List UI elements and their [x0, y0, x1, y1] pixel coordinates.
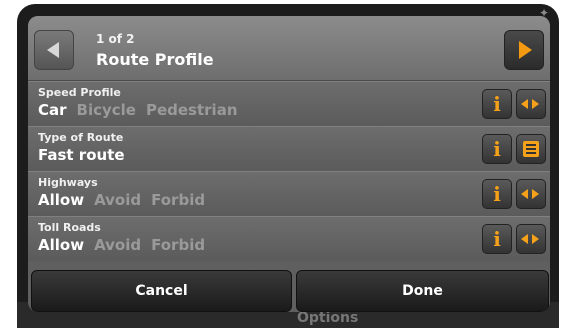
option-allow[interactable]: Allow	[38, 191, 84, 209]
highways-options: Allow Avoid Forbid	[38, 191, 215, 209]
info-icon: i	[493, 227, 501, 251]
toll-roads-options: Allow Avoid Forbid	[38, 236, 215, 254]
info-icon: i	[493, 182, 501, 206]
row-label: Speed Profile	[38, 86, 121, 99]
page-count: 1 of 2	[96, 32, 135, 46]
row-label: Highways	[38, 176, 98, 189]
toll-roads-row[interactable]: Toll Roads Allow Avoid Forbid i	[28, 216, 550, 261]
page-title: Route Profile	[96, 50, 214, 69]
device-frame: ✦ Options 1 of 2 Route Profile Speed Pro…	[0, 0, 576, 328]
left-right-arrows-icon	[519, 231, 543, 247]
arrow-left-icon	[47, 42, 59, 58]
speed-profile-row[interactable]: Speed Profile Car Bicycle Pedestrian i	[28, 81, 550, 126]
option-forbid[interactable]: Forbid	[151, 191, 205, 209]
info-button[interactable]: i	[482, 89, 512, 119]
list-icon	[523, 141, 539, 157]
info-button[interactable]: i	[482, 224, 512, 254]
info-icon: i	[493, 92, 501, 116]
speed-profile-options: Car Bicycle Pedestrian	[38, 101, 248, 119]
row-label: Type of Route	[38, 131, 124, 144]
option-avoid[interactable]: Avoid	[94, 236, 141, 254]
option-fast-route[interactable]: Fast route	[38, 146, 125, 164]
dialog-header: 1 of 2 Route Profile	[28, 16, 550, 81]
done-button[interactable]: Done	[296, 270, 549, 312]
background-options-label: Options	[297, 310, 359, 326]
option-car[interactable]: Car	[38, 101, 67, 119]
option-allow[interactable]: Allow	[38, 236, 84, 254]
type-of-route-row[interactable]: Type of Route Fast route i	[28, 126, 550, 171]
info-button[interactable]: i	[482, 179, 512, 209]
option-bicycle[interactable]: Bicycle	[77, 101, 136, 119]
cancel-button[interactable]: Cancel	[31, 270, 292, 312]
option-forbid[interactable]: Forbid	[151, 236, 205, 254]
row-label: Toll Roads	[38, 221, 101, 234]
route-profile-dialog: 1 of 2 Route Profile Speed Profile Car Bi…	[28, 16, 550, 312]
next-page-button[interactable]	[504, 30, 544, 70]
arrow-right-icon	[519, 41, 532, 59]
type-of-route-options: Fast route	[38, 146, 135, 164]
left-right-arrows-icon	[519, 96, 543, 112]
option-avoid[interactable]: Avoid	[94, 191, 141, 209]
screen: ✦ Options 1 of 2 Route Profile Speed Pro…	[17, 4, 559, 328]
highways-row[interactable]: Highways Allow Avoid Forbid i	[28, 171, 550, 216]
left-right-arrows-icon	[519, 186, 543, 202]
info-icon: i	[493, 137, 501, 161]
list-button[interactable]	[516, 134, 546, 164]
toggle-button[interactable]	[516, 179, 546, 209]
previous-page-button[interactable]	[34, 30, 74, 70]
toggle-button[interactable]	[516, 224, 546, 254]
toggle-button[interactable]	[516, 89, 546, 119]
option-pedestrian[interactable]: Pedestrian	[146, 101, 238, 119]
info-button[interactable]: i	[482, 134, 512, 164]
